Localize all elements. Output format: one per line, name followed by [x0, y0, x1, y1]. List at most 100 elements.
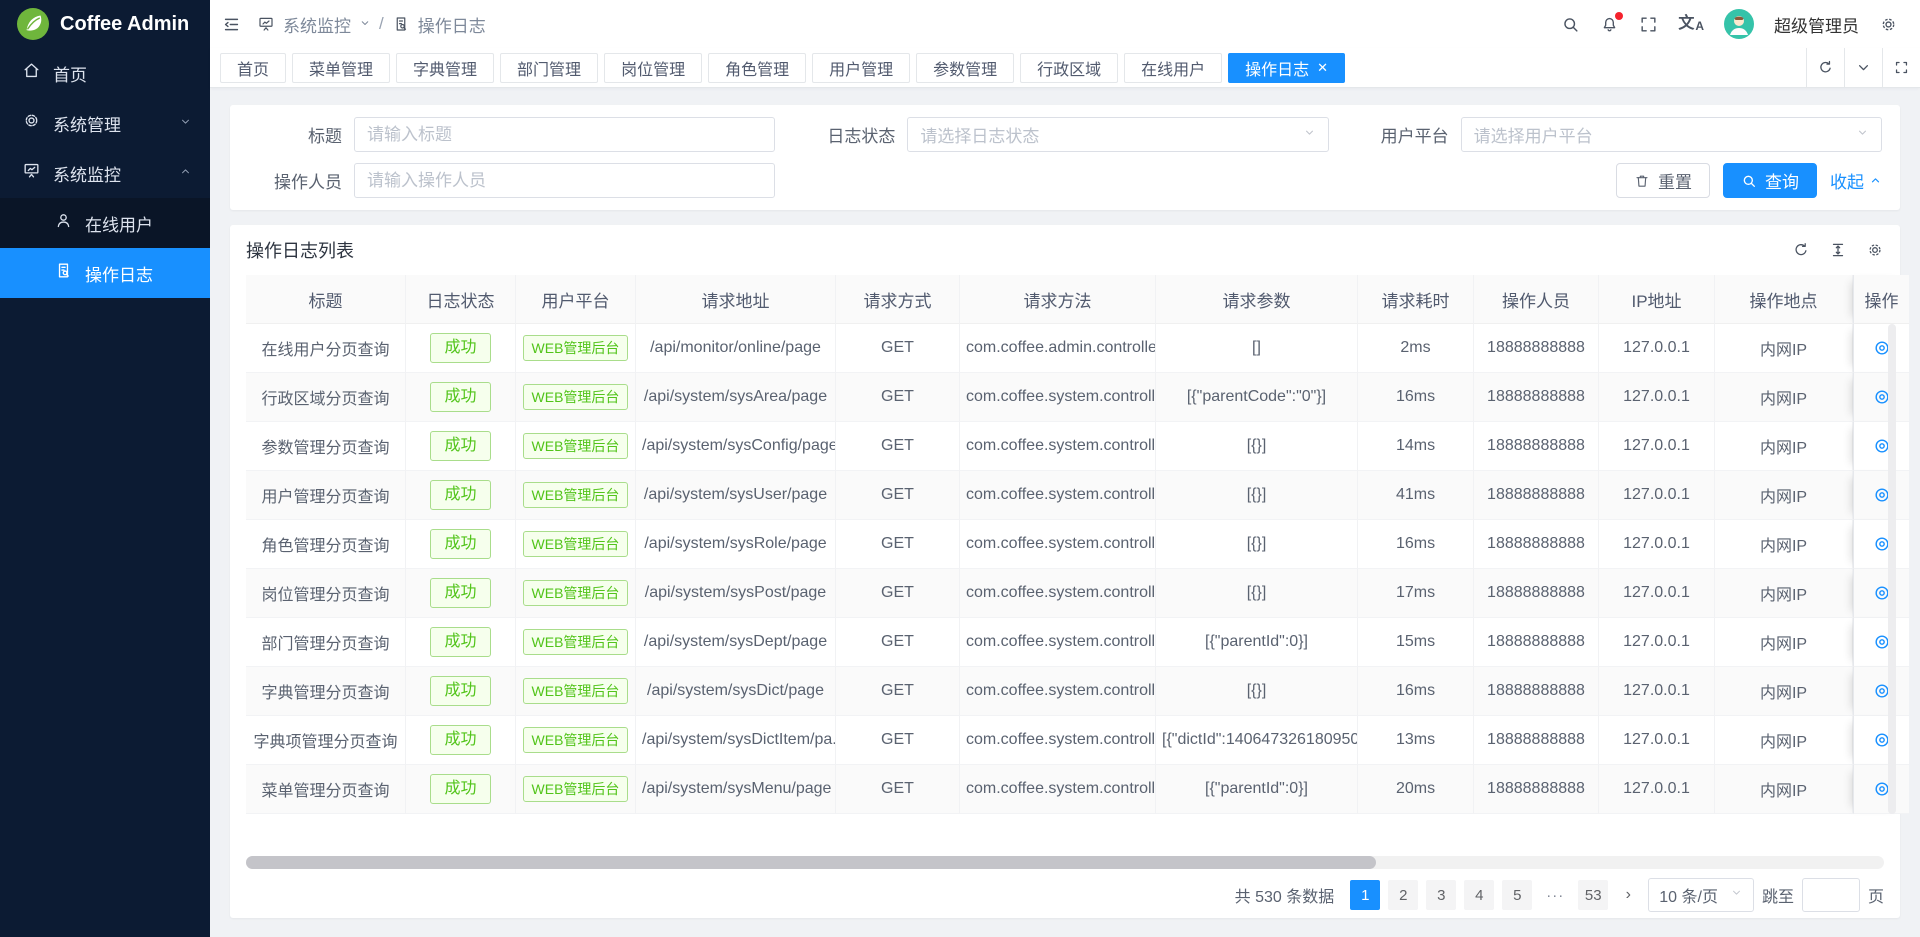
cell-request-time: 16ms [1358, 667, 1474, 716]
status-badge: 成功 [430, 480, 490, 510]
refresh-table-icon[interactable] [1792, 241, 1810, 259]
cell-title: 岗位管理分页查询 [246, 569, 406, 618]
cell-request-method: GET [836, 667, 960, 716]
cell-request-params: [{}] [1156, 667, 1358, 716]
tab-操作日志[interactable]: 操作日志✕ [1228, 53, 1345, 83]
tab-部门管理[interactable]: 部门管理 [500, 53, 598, 83]
pagination-page-53[interactable]: 53 [1578, 880, 1608, 910]
pagination-page-2[interactable]: 2 [1388, 880, 1418, 910]
search-button[interactable]: 查询 [1723, 163, 1817, 198]
tab-label: 行政区域 [1037, 56, 1101, 80]
cell-user-platform: WEB管理后台 [516, 422, 636, 471]
sidebar-item-monitor[interactable]: 系统监控 [0, 148, 210, 198]
pagination-page-1[interactable]: 1 [1350, 880, 1380, 910]
cell-operator: 18888888888 [1474, 765, 1599, 814]
cell-ip-address: 127.0.0.1 [1599, 471, 1715, 520]
maximize-content-icon[interactable] [1882, 48, 1920, 87]
horizontal-scrollbar-track[interactable] [246, 856, 1884, 869]
sidebar-item-gear[interactable]: 系统管理 [0, 98, 210, 148]
status-badge: 成功 [430, 382, 490, 412]
chevron-down-icon[interactable] [359, 14, 371, 34]
breadcrumb-current: 操作日志 [418, 12, 486, 37]
settings-gear-icon[interactable] [1879, 15, 1898, 34]
cell-request-function: com.coffee.system.controlle... [960, 716, 1156, 765]
pagination-next-button[interactable]: › [1616, 880, 1640, 910]
platform-badge: WEB管理后台 [523, 384, 629, 410]
tab-字典管理[interactable]: 字典管理 [396, 53, 494, 83]
tab-菜单管理[interactable]: 菜单管理 [292, 53, 390, 83]
platform-badge: WEB管理后台 [523, 629, 629, 655]
tab-options-chevron-icon[interactable] [1844, 48, 1882, 87]
sidebar-item-home[interactable]: 首页 [0, 48, 210, 98]
title-input[interactable] [367, 125, 762, 145]
horizontal-scrollbar-thumb[interactable] [246, 856, 1376, 869]
tab-首页[interactable]: 首页 [220, 53, 286, 83]
avatar[interactable] [1724, 9, 1754, 39]
cell-request-params: [{}] [1156, 422, 1358, 471]
tab-用户管理[interactable]: 用户管理 [812, 53, 910, 83]
tab-在线用户[interactable]: 在线用户 [1124, 53, 1222, 83]
breadcrumb-parent[interactable]: 系统监控 [283, 12, 351, 37]
chevron-down-icon [1730, 886, 1743, 904]
search-icon[interactable] [1561, 15, 1580, 34]
pagination-page-3[interactable]: 3 [1426, 880, 1456, 910]
cell-actions [1853, 618, 1909, 667]
jump-to-page-input[interactable] [1802, 878, 1860, 912]
sidebar-item-label: 系统监控 [53, 161, 167, 186]
row-density-icon[interactable] [1829, 241, 1847, 259]
close-tab-icon[interactable]: ✕ [1317, 61, 1328, 74]
tab-参数管理[interactable]: 参数管理 [916, 53, 1014, 83]
log-table: 标题日志状态用户平台请求地址请求方式请求方法请求参数请求耗时操作人员IP地址操作… [246, 275, 1909, 814]
cell-log-status: 成功 [406, 422, 516, 471]
cell-request-url: /api/system/sysArea/page [636, 373, 836, 422]
refresh-tab-icon[interactable] [1806, 48, 1844, 87]
cell-request-url: /api/monitor/online/page [636, 324, 836, 373]
tab-岗位管理[interactable]: 岗位管理 [604, 53, 702, 83]
platform-badge: WEB管理后台 [523, 580, 629, 606]
collapse-sidebar-icon[interactable] [222, 15, 241, 34]
pagination-page-4[interactable]: 4 [1464, 880, 1494, 910]
cell-title: 字典项管理分页查询 [246, 716, 406, 765]
filter-operator: 操作人员 [248, 163, 775, 198]
cell-log-status: 成功 [406, 667, 516, 716]
cell-ip-address: 127.0.0.1 [1599, 618, 1715, 667]
cell-location: 内网IP [1715, 422, 1853, 471]
sidebar-subitem-user[interactable]: 在线用户 [0, 198, 210, 248]
status-badge: 成功 [430, 774, 490, 804]
cell-request-url: /api/system/sysDept/page [636, 618, 836, 667]
tab-label: 用户管理 [829, 56, 893, 80]
home-icon [22, 61, 41, 85]
cell-actions [1853, 520, 1909, 569]
user-platform-select[interactable]: 请选择用户平台 [1461, 117, 1882, 152]
column-settings-gear-icon[interactable] [1866, 241, 1884, 259]
vertical-scrollbar[interactable] [1888, 324, 1896, 814]
fullscreen-icon[interactable] [1639, 15, 1658, 34]
reset-button[interactable]: 重置 [1616, 163, 1710, 198]
cell-location: 内网IP [1715, 667, 1853, 716]
username[interactable]: 超级管理员 [1774, 12, 1859, 37]
cell-ip-address: 127.0.0.1 [1599, 373, 1715, 422]
cell-title: 在线用户分页查询 [246, 324, 406, 373]
language-icon[interactable]: 文A [1678, 16, 1704, 32]
column-header-3: 用户平台 [516, 275, 636, 324]
cell-request-time: 2ms [1358, 324, 1474, 373]
filter-log-status: 日志状态 请选择日志状态 [801, 117, 1328, 152]
tab-行政区域[interactable]: 行政区域 [1020, 53, 1118, 83]
cell-title: 部门管理分页查询 [246, 618, 406, 667]
collapse-filters-link[interactable]: 收起 [1830, 168, 1882, 193]
sidebar-subitem-log[interactable]: 操作日志 [0, 248, 210, 298]
tab-角色管理[interactable]: 角色管理 [708, 53, 806, 83]
tab-label: 字典管理 [413, 56, 477, 80]
tabbar: 首页菜单管理字典管理部门管理岗位管理角色管理用户管理 参数管理 行政区域在线用户操作… [210, 48, 1920, 88]
page-size-select[interactable]: 10 条/页 [1648, 878, 1754, 912]
log-status-select[interactable]: 请选择日志状态 [907, 117, 1328, 152]
pagination-page-5[interactable]: 5 [1502, 880, 1532, 910]
cell-request-method: GET [836, 471, 960, 520]
main-area: 系统监控 / 操作日志 文A 超级管理员 [210, 0, 1920, 937]
platform-badge: WEB管理后台 [523, 727, 629, 753]
tab-label: 参数管理 [933, 56, 997, 80]
operator-input[interactable] [367, 171, 762, 191]
notification-bell-icon[interactable] [1600, 15, 1619, 34]
cell-request-time: 17ms [1358, 569, 1474, 618]
tab-label: 岗位管理 [621, 56, 685, 80]
